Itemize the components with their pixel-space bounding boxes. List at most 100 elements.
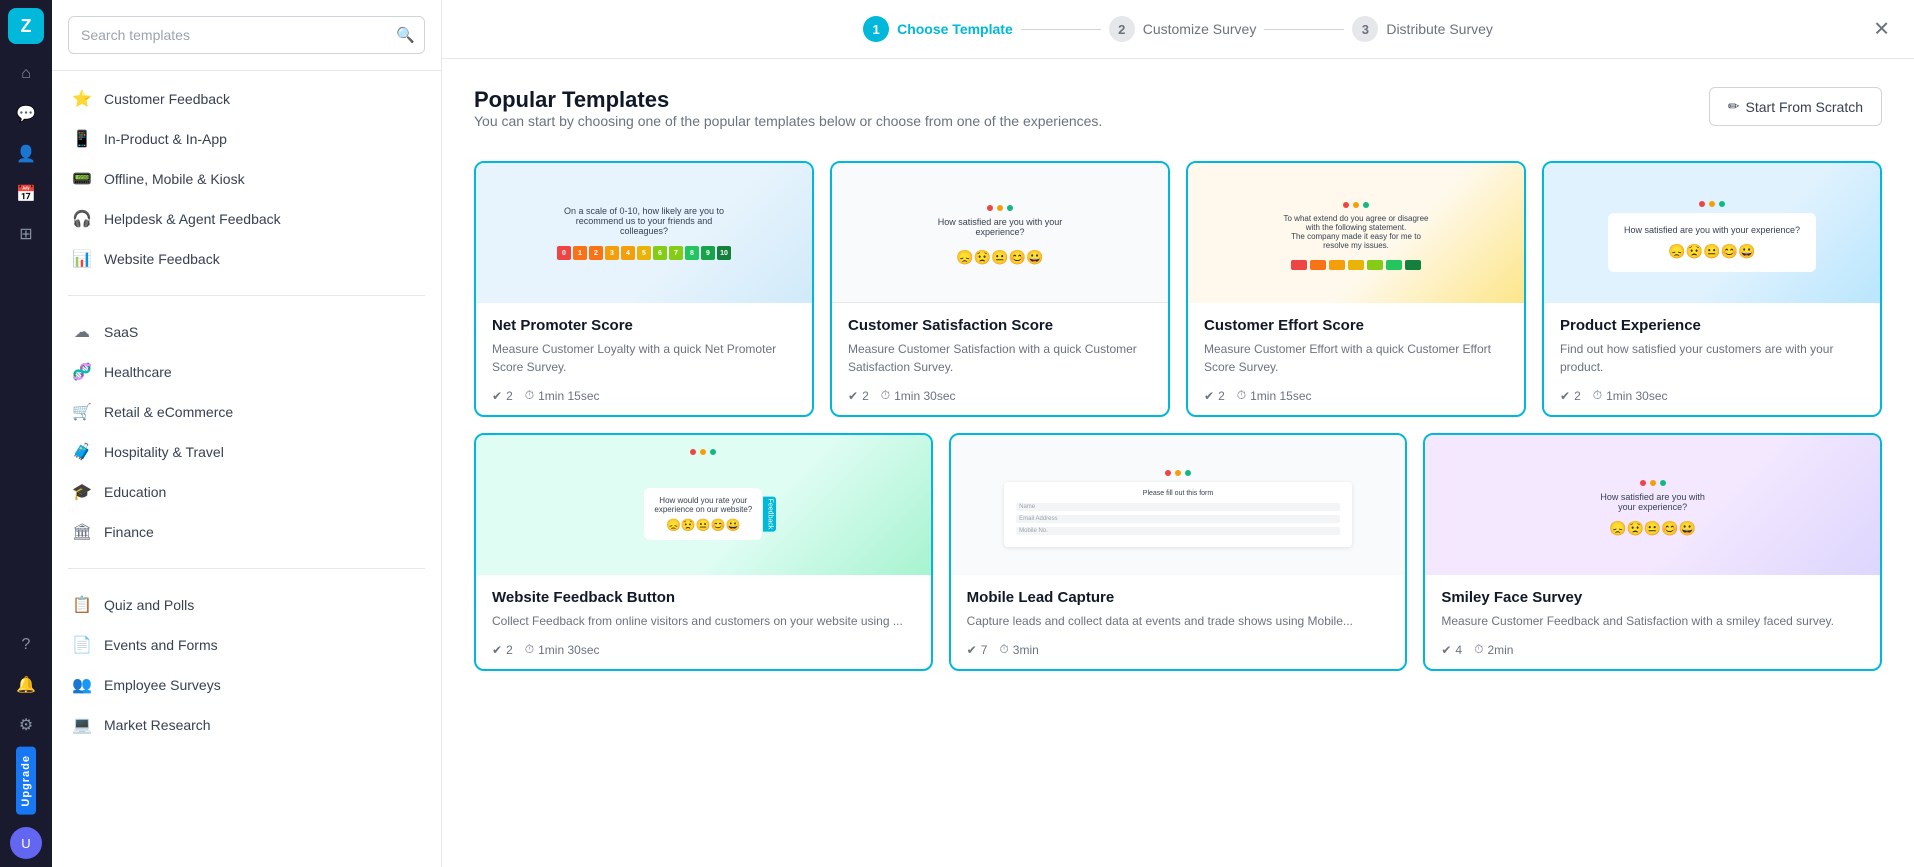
mobile-time-meta: ⏱ 3min	[999, 642, 1038, 657]
mobile-field-phone: Mobile No.	[1016, 527, 1340, 535]
sidebar-item-label: In-Product & In-App	[104, 131, 227, 147]
nav-rail: Z ⌂ 💬 👤 📅 ⊞ ? 🔔 ⚙ Upgrade U	[0, 0, 52, 867]
browser-chrome	[1632, 474, 1674, 492]
product-card-meta: ✔ 2 ⏱ 1min 30sec	[1560, 388, 1864, 403]
web-time: 1min 30sec	[538, 643, 599, 657]
content-area: Popular Templates You can start by choos…	[442, 59, 1914, 867]
sidebar-item-offline-mobile[interactable]: 📟 Offline, Mobile & Kiosk	[52, 159, 441, 199]
wizard-step-3[interactable]: 3 Distribute Survey	[1352, 16, 1493, 42]
nav-grid-icon[interactable]: ⊞	[8, 216, 44, 252]
nav-help-icon[interactable]: ?	[8, 627, 44, 663]
nps-8: 8	[685, 246, 699, 260]
sidebar-item-website-feedback[interactable]: 📊 Website Feedback	[52, 239, 441, 279]
search-input[interactable]	[68, 16, 425, 54]
check-icon: ✔	[1560, 389, 1570, 403]
check-icon: ✔	[1204, 389, 1214, 403]
template-card-smiley[interactable]: How satisfied are you withyour experienc…	[1423, 433, 1882, 671]
csat-questions: 2	[862, 389, 869, 403]
mobile-field-name: Name	[1016, 503, 1340, 511]
browser-chrome	[1335, 196, 1377, 214]
web-questions: 2	[506, 643, 513, 657]
sidebar-item-label: Finance	[104, 524, 154, 540]
nps-preview-text: On a scale of 0-10, how likely are you t…	[564, 206, 724, 236]
template-grid-row1: On a scale of 0-10, how likely are you t…	[474, 161, 1882, 417]
close-button[interactable]: ✕	[1873, 17, 1890, 42]
sidebar-item-quiz-polls[interactable]: 📋 Quiz and Polls	[52, 585, 441, 625]
nps-card-meta: ✔ 2 ⏱ 1min 15sec	[492, 388, 796, 403]
sidebar-item-retail[interactable]: 🛒 Retail & eCommerce	[52, 392, 441, 432]
ces-card-meta: ✔ 2 ⏱ 1min 15sec	[1204, 388, 1508, 403]
nps-10: 10	[717, 246, 731, 260]
mobile-time: 3min	[1013, 643, 1039, 657]
template-card-ces[interactable]: To what extend do you agree or disagreew…	[1186, 161, 1526, 417]
smiley-question: How satisfied are you withyour experienc…	[1600, 492, 1705, 512]
sidebar: 🔍 ⭐ Customer Feedback 📱 In-Product & In-…	[52, 0, 442, 867]
sidebar-item-saas[interactable]: ☁ SaaS	[52, 312, 441, 352]
check-icon: ✔	[967, 643, 977, 657]
mobile-card-desc: Capture leads and collect data at events…	[967, 612, 1390, 630]
product-questions-meta: ✔ 2	[1560, 389, 1581, 403]
template-card-csat[interactable]: How satisfied are you with yourexperienc…	[830, 161, 1170, 417]
web-emojis: 😞😟😐😊😀	[654, 518, 752, 532]
template-card-product[interactable]: How satisfied are you with your experien…	[1542, 161, 1882, 417]
nav-user-icon[interactable]: 👤	[8, 136, 44, 172]
step-3-label: Distribute Survey	[1386, 21, 1493, 37]
sidebar-item-helpdesk[interactable]: 🎧 Helpdesk & Agent Feedback	[52, 199, 441, 239]
nav-home-icon[interactable]: ⌂	[8, 56, 44, 92]
nps-7: 7	[669, 246, 683, 260]
web-card-title: Website Feedback Button	[492, 589, 915, 606]
template-card-nps[interactable]: On a scale of 0-10, how likely are you t…	[474, 161, 814, 417]
smiley-time-meta: ⏱ 2min	[1474, 642, 1513, 657]
mobile-form-title: Please fill out this form	[1016, 490, 1340, 497]
nav-chat-icon[interactable]: 💬	[8, 96, 44, 132]
clock-icon: ⏱	[1237, 388, 1246, 403]
main-area: 1 Choose Template 2 Customize Survey 3 D…	[442, 0, 1914, 867]
nav-settings-icon[interactable]: ⚙	[8, 707, 44, 743]
upgrade-button[interactable]: Upgrade	[16, 747, 36, 815]
csat-card-title: Customer Satisfaction Score	[848, 317, 1152, 334]
mobile-questions: 7	[981, 643, 988, 657]
ces-questions: 2	[1218, 389, 1225, 403]
sidebar-item-label: Website Feedback	[104, 251, 220, 267]
sidebar-item-finance[interactable]: 🏛 Finance	[52, 512, 441, 552]
sidebar-item-hospitality[interactable]: 🧳 Hospitality & Travel	[52, 432, 441, 472]
template-card-mobile-lead[interactable]: Please fill out this form Name Email Add…	[949, 433, 1408, 671]
smiley-questions: 4	[1455, 643, 1462, 657]
sidebar-item-healthcare[interactable]: 🧬 Healthcare	[52, 352, 441, 392]
wizard-header: 1 Choose Template 2 Customize Survey 3 D…	[442, 0, 1914, 59]
wizard-step-2[interactable]: 2 Customize Survey	[1109, 16, 1257, 42]
step-3-number: 3	[1352, 16, 1378, 42]
mobile-form: Please fill out this form Name Email Add…	[1004, 482, 1352, 547]
sidebar-item-label: Events and Forms	[104, 637, 218, 653]
saas-icon: ☁	[72, 322, 92, 342]
sidebar-item-label: Retail & eCommerce	[104, 404, 233, 420]
step-2-number: 2	[1109, 16, 1135, 42]
sidebar-search-area: 🔍	[52, 0, 441, 71]
mobile-card-body: Mobile Lead Capture Capture leads and co…	[951, 575, 1406, 669]
finance-icon: 🏛	[72, 522, 92, 542]
helpdesk-icon: 🎧	[72, 209, 92, 229]
start-from-scratch-button[interactable]: ✏ Start From Scratch	[1709, 87, 1882, 126]
ces-questions-meta: ✔ 2	[1204, 389, 1225, 403]
sidebar-item-in-product[interactable]: 📱 In-Product & In-App	[52, 119, 441, 159]
sidebar-item-customer-feedback[interactable]: ⭐ Customer Feedback	[52, 79, 441, 119]
web-questions-meta: ✔ 2	[492, 643, 513, 657]
sidebar-item-employee-surveys[interactable]: 👥 Employee Surveys	[52, 665, 441, 705]
step-1-number: 1	[863, 16, 889, 42]
nav-calendar-icon[interactable]: 📅	[8, 176, 44, 212]
app-logo[interactable]: Z	[8, 8, 44, 44]
csat-preview: How satisfied are you with yourexperienc…	[832, 163, 1168, 303]
avatar[interactable]: U	[10, 827, 42, 859]
education-icon: 🎓	[72, 482, 92, 502]
sidebar-item-education[interactable]: 🎓 Education	[52, 472, 441, 512]
content-header: Popular Templates You can start by choos…	[474, 87, 1882, 153]
mobile-card-meta: ✔ 7 ⏱ 3min	[967, 642, 1390, 657]
sidebar-item-events-forms[interactable]: 📄 Events and Forms	[52, 625, 441, 665]
nav-bell-icon[interactable]: 🔔	[8, 667, 44, 703]
sidebar-item-market-research[interactable]: 💻 Market Research	[52, 705, 441, 745]
wizard-step-1[interactable]: 1 Choose Template	[863, 16, 1013, 42]
template-card-website-feedback[interactable]: How would you rate yourexperience on our…	[474, 433, 933, 671]
clock-icon: ⏱	[525, 388, 534, 403]
search-icon-button[interactable]: 🔍	[396, 26, 415, 44]
nps-2: 2	[589, 246, 603, 260]
